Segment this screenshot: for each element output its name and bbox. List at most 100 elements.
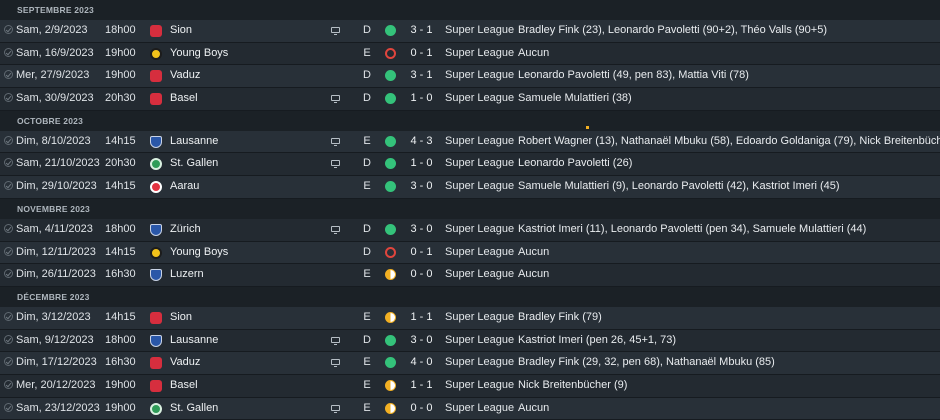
win-dot-icon — [385, 181, 396, 193]
fixture-row[interactable]: Dim, 26/11/2023 16h30 Luzern E 0 - 0 Super Le… — [0, 264, 940, 287]
match-date: Dim, 12/11/2023 — [16, 245, 96, 258]
opponent-link[interactable]: Sion — [170, 307, 192, 329]
fixture-row[interactable]: Mer, 27/9/2023 19h00 Vaduz D 3 - 1 Super Leag… — [0, 65, 940, 89]
match-date: Dim, 3/12/2023 — [16, 310, 91, 323]
competition-link[interactable]: Super League — [445, 398, 514, 420]
win-dot-icon — [385, 223, 396, 235]
competition-link[interactable]: Super League — [445, 330, 514, 352]
match-score[interactable]: 1 - 0 — [405, 153, 438, 175]
month-header: DÉCEMBRE 2023 — [0, 286, 940, 307]
fixture-row[interactable]: Dim, 17/12/2023 16h30 Vaduz E 4 - 0 Super Lea… — [0, 352, 940, 375]
venue-indicator: E — [363, 378, 371, 391]
kickoff-time: 14h15 — [105, 310, 136, 323]
club-badge-icon — [150, 311, 162, 324]
kickoff-time: 19h00 — [105, 401, 136, 414]
opponent-link[interactable]: Young Boys — [170, 242, 228, 264]
month-header: SEPTEMBRE 2023 — [0, 0, 940, 20]
opponent-link[interactable]: Vaduz — [170, 65, 200, 87]
kickoff-time: 18h00 — [105, 333, 136, 346]
venue-indicator: E — [363, 46, 371, 59]
opponent-link[interactable]: Lausanne — [170, 131, 218, 153]
goal-scorers: Kastriot Imeri (11), Leonardo Pavoletti … — [518, 222, 867, 235]
opponent-link[interactable]: Basel — [170, 375, 198, 397]
competition-link[interactable]: Super League — [445, 88, 514, 110]
fixture-row[interactable]: Sam, 4/11/2023 18h00 Zürich D 3 - 0 Super Lea… — [0, 218, 940, 242]
club-badge-icon — [150, 158, 162, 171]
month-header: NOVEMBRE 2023 — [0, 198, 940, 219]
opponent-link[interactable]: St. Gallen — [170, 398, 218, 420]
fixture-row[interactable]: Sam, 16/9/2023 19h00 Young Boys E 0 - 1 Super… — [0, 42, 940, 66]
match-score[interactable]: 3 - 1 — [405, 65, 438, 87]
fixtures-list: SEPTEMBRE 2023 Sam, 2/9/2023 18h00 Sion D 3 -… — [0, 0, 940, 420]
competition-link[interactable]: Super League — [445, 176, 514, 198]
match-score[interactable]: 3 - 0 — [405, 176, 438, 198]
match-score[interactable]: 0 - 1 — [405, 43, 438, 65]
competition-link[interactable]: Super League — [445, 307, 514, 329]
opponent-link[interactable]: Young Boys — [170, 43, 228, 65]
opponent-link[interactable]: Luzern — [170, 264, 204, 286]
match-date: Dim, 8/10/2023 — [16, 134, 91, 147]
fixture-row[interactable]: Dim, 3/12/2023 14h15 Sion E 1 - 1 Super Leagu… — [0, 306, 940, 330]
fixture-row[interactable]: Sam, 21/10/2023 20h30 St. Gallen D 1 - 0 Supe… — [0, 153, 940, 177]
competition-link[interactable]: Super League — [445, 153, 514, 175]
venue-indicator: D — [363, 157, 371, 170]
fixture-row[interactable]: Mer, 20/12/2023 19h00 Basel E 1 - 1 Super Lea… — [0, 374, 940, 398]
competition-link[interactable]: Super League — [445, 131, 514, 153]
opponent-link[interactable]: Aarau — [170, 176, 199, 198]
match-score[interactable]: 3 - 0 — [405, 330, 438, 352]
match-score[interactable]: 1 - 1 — [405, 375, 438, 397]
competition-link[interactable]: Super League — [445, 65, 514, 87]
fixture-row[interactable]: Dim, 12/11/2023 14h15 Young Boys D 0 - 1 Supe… — [0, 241, 940, 265]
fixture-row[interactable]: Sam, 30/9/2023 20h30 Basel D 1 - 0 Super Leag… — [0, 88, 940, 111]
match-score[interactable]: 4 - 0 — [405, 352, 438, 374]
opponent-link[interactable]: Basel — [170, 88, 198, 110]
fixture-row[interactable]: Sam, 2/9/2023 18h00 Sion D 3 - 1 Super League… — [0, 20, 940, 43]
venue-indicator: E — [363, 356, 371, 369]
opponent-link[interactable]: St. Gallen — [170, 153, 218, 175]
goal-scorers: Bradley Fink (79) — [518, 310, 602, 323]
competition-link[interactable]: Super League — [445, 219, 514, 241]
competition-link[interactable]: Super League — [445, 375, 514, 397]
fixture-row[interactable]: Dim, 29/10/2023 14h15 Aarau E 3 - 0 Super Lea… — [0, 176, 940, 199]
tv-icon — [331, 336, 340, 345]
goal-scorers: Kastriot Imeri (pen 26, 45+1, 73) — [518, 333, 677, 346]
goal-scorers: Aucun — [518, 268, 550, 281]
draw-half-icon — [385, 402, 396, 414]
venue-indicator: E — [363, 180, 371, 193]
opponent-link[interactable]: Vaduz — [170, 352, 200, 374]
competition-link[interactable]: Super League — [445, 352, 514, 374]
match-score[interactable]: 3 - 0 — [405, 219, 438, 241]
goal-scorers: Aucun — [518, 245, 550, 258]
fixture-row[interactable]: Sam, 9/12/2023 18h00 Lausanne D 3 - 0 Super L… — [0, 329, 940, 353]
highlight-marker — [586, 126, 589, 129]
tv-icon — [331, 27, 340, 35]
club-badge-icon — [150, 47, 162, 60]
venue-indicator: D — [363, 222, 371, 235]
competition-link[interactable]: Super League — [445, 242, 514, 264]
goal-scorers: Bradley Fink (29, 32, pen 68), Nathanaël… — [518, 356, 775, 369]
match-score[interactable]: 1 - 1 — [405, 307, 438, 329]
kickoff-time: 19h00 — [105, 378, 136, 391]
competition-link[interactable]: Super League — [445, 20, 514, 42]
check-circle-icon — [4, 402, 13, 412]
check-circle-icon — [4, 311, 13, 321]
month-header: OCTOBRE 2023 — [0, 110, 940, 131]
kickoff-time: 16h30 — [105, 356, 136, 369]
match-score[interactable]: 0 - 0 — [405, 264, 438, 286]
match-score[interactable]: 0 - 1 — [405, 242, 438, 264]
opponent-link[interactable]: Sion — [170, 20, 192, 42]
opponent-link[interactable]: Lausanne — [170, 330, 218, 352]
match-score[interactable]: 0 - 0 — [405, 398, 438, 420]
match-score[interactable]: 3 - 1 — [405, 20, 438, 42]
match-score[interactable]: 1 - 0 — [405, 88, 438, 110]
match-date: Sam, 30/9/2023 — [16, 92, 94, 105]
fixture-row[interactable]: Dim, 8/10/2023 14h15 Lausanne E 4 - 3 Super L… — [0, 130, 940, 154]
fixture-row[interactable]: Sam, 23/12/2023 19h00 St. Gallen E 0 - 0 Supe… — [0, 397, 940, 420]
competition-link[interactable]: Super League — [445, 43, 514, 65]
competition-link[interactable]: Super League — [445, 264, 514, 286]
match-score[interactable]: 4 - 3 — [405, 131, 438, 153]
win-dot-icon — [385, 334, 396, 346]
goal-scorers: Leonardo Pavoletti (26) — [518, 157, 633, 170]
kickoff-time: 19h00 — [105, 69, 136, 82]
opponent-link[interactable]: Zürich — [170, 219, 201, 241]
